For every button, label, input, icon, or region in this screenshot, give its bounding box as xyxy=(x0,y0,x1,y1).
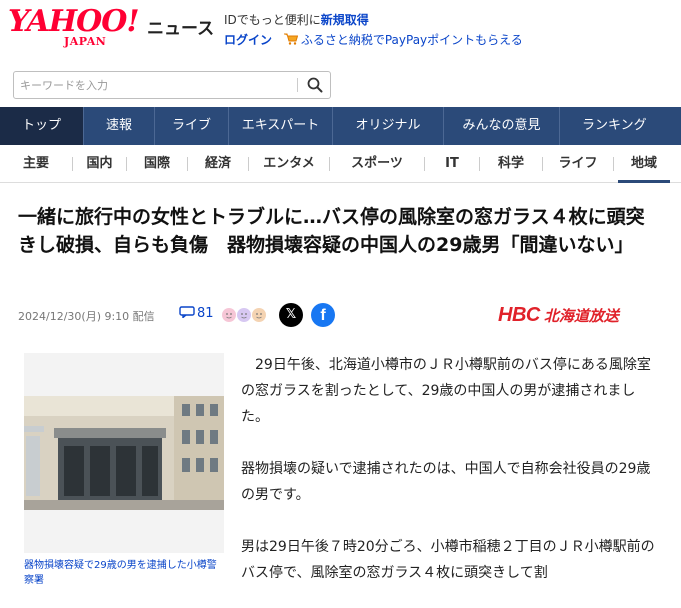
category-life[interactable]: ライフ xyxy=(543,145,613,183)
category-sports[interactable]: スポーツ xyxy=(330,145,424,183)
site-header: YAHOO! JAPAN ニュース IDでもっと便利に新規取得 ログイン ふるさ… xyxy=(0,0,681,60)
category-local[interactable]: 地域 xyxy=(614,145,674,183)
signup-promo: IDでもっと便利に新規取得 xyxy=(224,11,369,28)
nav-expert[interactable]: エキスパート xyxy=(229,107,333,145)
category-world[interactable]: 国際 xyxy=(127,145,187,183)
category-it[interactable]: IT xyxy=(425,145,479,183)
nav-top[interactable]: トップ xyxy=(0,107,84,145)
article-paragraph: 男は29日午後７時20分ごろ、小樽市稲穂２丁目のＪＲ小樽駅前のバス停で、風除室の… xyxy=(241,539,655,581)
article-headline: 一緒に旅行中の女性とトラブルに…バス停の風除室の窓ガラス４枚に頭突きし破損、自ら… xyxy=(18,206,645,256)
source-logo-mark: HBC xyxy=(498,304,540,326)
article-paragraph: 器物損壊の疑いで逮捕されたのは、中国人で自称会社役員の29歳の男です。 xyxy=(241,461,651,503)
search-icon[interactable] xyxy=(305,76,325,94)
nav-ranking[interactable]: ランキング xyxy=(560,107,681,145)
article-photo[interactable] xyxy=(24,353,224,553)
furusato-promo-link[interactable]: ふるさと納税でPayPayポイントもらえる xyxy=(301,33,523,47)
search-input[interactable] xyxy=(20,76,290,94)
comment-count: 81 xyxy=(197,306,214,321)
cart-icon xyxy=(283,33,298,45)
signup-link[interactable]: 新規取得 xyxy=(321,13,369,27)
nav-live[interactable]: ライブ xyxy=(155,107,229,145)
police-station-image xyxy=(24,396,224,510)
facebook-share-icon[interactable]: f xyxy=(311,303,335,327)
nav-breaking[interactable]: 速報 xyxy=(84,107,155,145)
yahoo-japan-logo[interactable]: YAHOO! JAPAN xyxy=(8,4,144,49)
category-economy[interactable]: 経済 xyxy=(188,145,248,183)
source-name: 北海道放送 xyxy=(543,307,619,325)
category-entertainment[interactable]: エンタメ xyxy=(249,145,329,183)
login-promo-row: ログイン ふるさと納税でPayPayポイントもらえる xyxy=(224,31,523,48)
photo-caption[interactable]: 器物損壊容疑で29歳の男を逮捕した小樽警察署 xyxy=(24,558,226,588)
source-logo[interactable]: HBC 北海道放送 xyxy=(498,304,619,326)
nav-opinions[interactable]: みんなの意見 xyxy=(444,107,560,145)
nav-original[interactable]: オリジナル xyxy=(333,107,444,145)
reaction-faces-icon[interactable] xyxy=(221,307,267,323)
category-domestic[interactable]: 国内 xyxy=(73,145,126,183)
signup-promo-text: IDでもっと便利に xyxy=(224,13,321,27)
logo-subtext: JAPAN xyxy=(64,35,107,48)
article-body: 29日午後、北海道小樽市のＪＲ小樽駅前のバス停にある風除室の窓ガラスを割ったとし… xyxy=(241,352,661,608)
logo-wordmark: YAHOO! xyxy=(8,4,140,39)
service-name[interactable]: ニュース xyxy=(147,14,214,39)
category-science[interactable]: 科学 xyxy=(480,145,542,183)
publish-datetime: 2024/12/30(月) 9:10 配信 xyxy=(18,310,155,323)
comments-link[interactable]: 81 xyxy=(179,306,214,321)
primary-nav: トップ 速報 ライブ エキスパート オリジナル みんなの意見 ランキング xyxy=(0,107,681,145)
login-link[interactable]: ログイン xyxy=(224,33,272,47)
article-meta: 2024/12/30(月) 9:10 配信 81 𝕏 f HBC 北海道放送 xyxy=(18,302,664,328)
category-main[interactable]: 主要 xyxy=(0,145,72,183)
search-divider xyxy=(297,78,298,92)
article-paragraph: 29日午後、北海道小樽市のＪＲ小樽駅前のバス停にある風除室の窓ガラスを割ったとし… xyxy=(241,357,651,425)
x-share-icon[interactable]: 𝕏 xyxy=(279,303,303,327)
category-nav: 主要 国内 国際 経済 エンタメ スポーツ IT 科学 ライフ 地域 xyxy=(0,145,681,183)
comment-icon xyxy=(179,306,195,318)
search-box xyxy=(13,71,331,99)
